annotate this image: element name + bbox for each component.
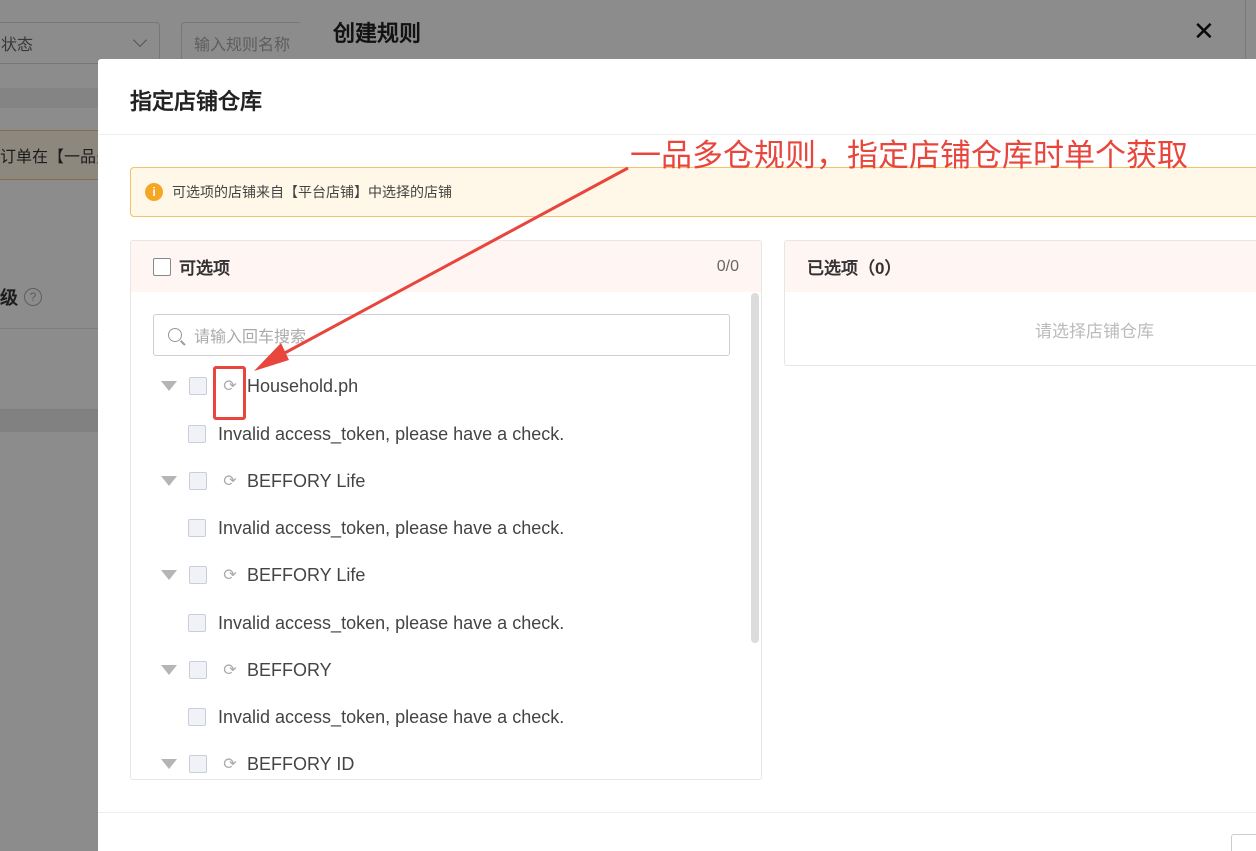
sync-icon[interactable]: ⟳: [221, 754, 239, 774]
tree-node-label: BEFFORY ID: [247, 753, 355, 774]
selected-header-label: 已选项（0）: [807, 259, 902, 278]
tree-node-checkbox[interactable]: [189, 755, 207, 773]
caret-down-icon[interactable]: [161, 759, 177, 769]
search-placeholder: 请输入回车搜索: [194, 329, 307, 346]
tree-node-checkbox[interactable]: [189, 472, 207, 490]
tree-node-label: BEFFORY Life: [247, 470, 366, 491]
available-count: 0/0: [716, 257, 739, 275]
tree-child[interactable]: Invalid access_token, please have a chec…: [131, 608, 564, 638]
tree-child-label: Invalid access_token, please have a chec…: [218, 423, 565, 444]
sync-icon[interactable]: ⟳: [221, 660, 239, 680]
caret-down-icon[interactable]: [161, 570, 177, 580]
modal-title: 指定店铺仓库: [130, 89, 263, 114]
selected-panel: 已选项（0） 请选择店铺仓库: [784, 240, 1256, 366]
modal-footer-divider: [98, 812, 1256, 813]
tree-node-label: BEFFORY: [247, 659, 332, 680]
annotation-text: 一品多仓规则，指定店铺仓库时单个获取: [630, 138, 1188, 173]
tree-child-checkbox[interactable]: [188, 614, 206, 632]
available-header-label: 可选项: [179, 259, 230, 278]
tree-node-checkbox[interactable]: [189, 661, 207, 679]
tree-node[interactable]: ⟳ BEFFORY: [131, 655, 332, 685]
search-input[interactable]: 请输入回车搜索: [153, 314, 730, 356]
tree-node[interactable]: ⟳ BEFFORY Life: [131, 466, 365, 496]
sync-icon[interactable]: ⟳: [221, 471, 239, 491]
assign-warehouse-modal: 指定店铺仓库 i 可选项的店铺来自【平台店铺】中选择的店铺 可选项 0/0 请输…: [98, 59, 1256, 851]
tree-child-checkbox[interactable]: [188, 708, 206, 726]
sync-icon[interactable]: ⟳: [221, 565, 239, 585]
available-panel: 可选项 0/0 请输入回车搜索 ⟳ Household.ph Invalid a…: [130, 240, 762, 780]
tree-child-label: Invalid access_token, please have a chec…: [218, 612, 565, 633]
tree-node-label: BEFFORY Life: [247, 564, 366, 585]
tree-child[interactable]: Invalid access_token, please have a chec…: [131, 513, 564, 543]
select-all-checkbox[interactable]: [153, 257, 171, 276]
caret-down-icon[interactable]: [161, 476, 177, 486]
info-icon: i: [145, 183, 163, 201]
tree-child-label: Invalid access_token, please have a chec…: [218, 706, 565, 727]
tree-node-checkbox[interactable]: [189, 377, 207, 395]
tree-child[interactable]: Invalid access_token, please have a chec…: [131, 419, 564, 449]
tree-node[interactable]: ⟳ BEFFORY Life: [131, 560, 365, 590]
info-alert-text: 可选项的店铺来自【平台店铺】中选择的店铺: [172, 184, 452, 200]
tree-child[interactable]: Invalid access_token, please have a chec…: [131, 702, 564, 732]
caret-down-icon[interactable]: [161, 381, 177, 391]
tree-node[interactable]: ⟳ BEFFORY ID: [131, 749, 354, 779]
tree-child-checkbox[interactable]: [188, 425, 206, 443]
search-icon: [168, 328, 182, 342]
available-panel-header: 可选项 0/0: [131, 241, 761, 292]
selected-empty-text: 请选择店铺仓库: [1035, 322, 1154, 341]
tree-node-checkbox[interactable]: [189, 566, 207, 584]
tree-child-label: Invalid access_token, please have a chec…: [218, 517, 565, 538]
caret-down-icon[interactable]: [161, 665, 177, 675]
tree-node-label: Household.ph: [247, 375, 359, 396]
scrollbar[interactable]: [751, 293, 759, 643]
footer-button[interactable]: [1231, 834, 1256, 851]
annotation-highlight-box: [213, 366, 246, 420]
tree-child-checkbox[interactable]: [188, 519, 206, 537]
selected-panel-header: 已选项（0）: [785, 241, 1256, 292]
